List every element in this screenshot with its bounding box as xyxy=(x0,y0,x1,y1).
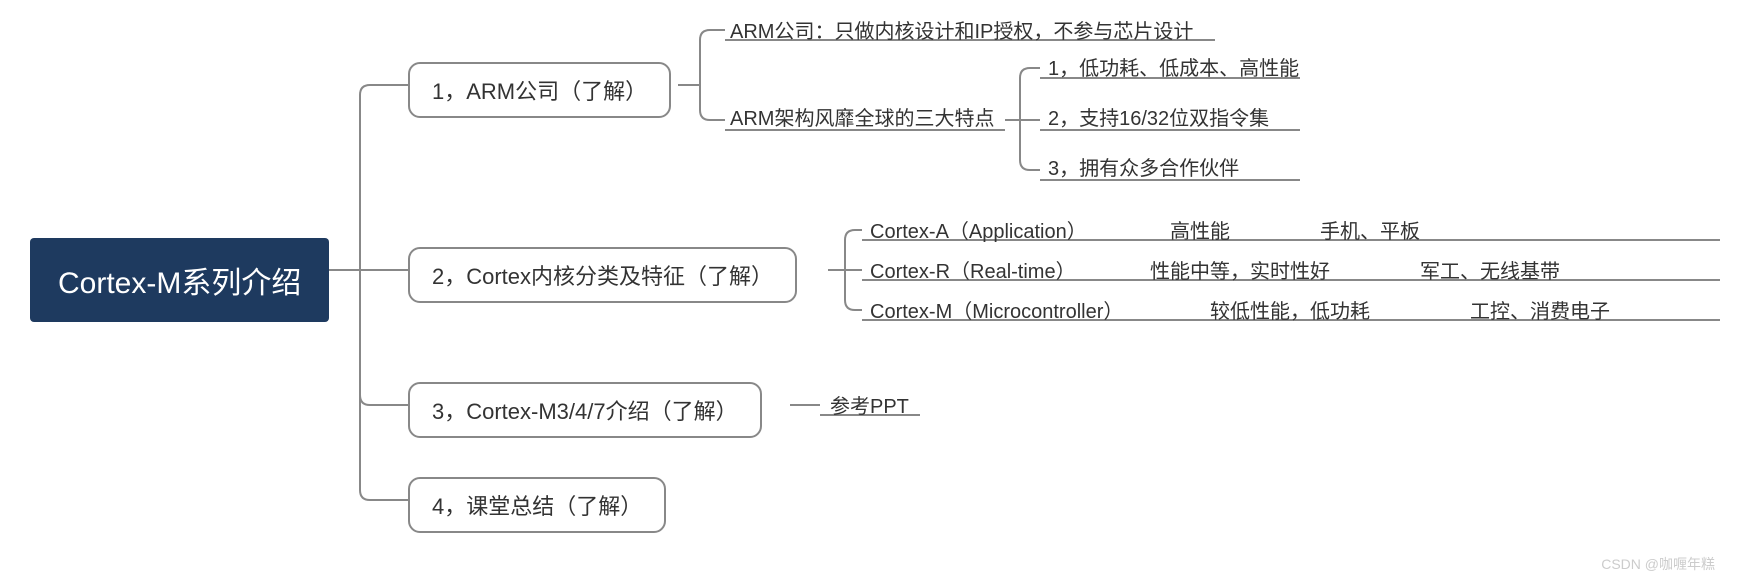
watermark: CSDN @咖喱年糕 xyxy=(1601,554,1715,574)
cortex-r-perf: 性能中等，实时性好 xyxy=(1150,255,1330,284)
cortex-m-use: 工控、消费电子 xyxy=(1470,295,1610,324)
cortex-r-name: Cortex-R（Real-time） xyxy=(870,255,1076,284)
leaf-arm-features: ARM架构风靡全球的三大特点 xyxy=(730,102,994,131)
leaf-ppt: 参考PPT xyxy=(830,390,909,419)
cortex-a-use: 手机、平板 xyxy=(1320,215,1420,244)
leaf-arm-desc: ARM公司：只做内核设计和IP授权，不参与芯片设计 xyxy=(730,15,1193,44)
branch-cortex-classify: 2，Cortex内核分类及特征（了解） xyxy=(408,247,797,303)
leaf-feature-1: 1，低功耗、低成本、高性能 xyxy=(1048,52,1299,81)
branch-m347-label: 3，Cortex-M3/4/7介绍（了解） xyxy=(432,399,738,424)
cortex-a-perf: 高性能 xyxy=(1170,215,1230,244)
branch-cortex-m347: 3，Cortex-M3/4/7介绍（了解） xyxy=(408,382,762,438)
cortex-r-use: 军工、无线基带 xyxy=(1420,255,1560,284)
cortex-m-perf: 较低性能，低功耗 xyxy=(1210,295,1370,324)
root-node: Cortex-M系列介绍 xyxy=(30,238,329,322)
branch-arm-company: 1，ARM公司（了解） xyxy=(408,62,671,118)
branch-cortex-label: 2，Cortex内核分类及特征（了解） xyxy=(432,264,773,289)
root-title: Cortex-M系列介绍 xyxy=(58,267,301,300)
branch-summary: 4，课堂总结（了解） xyxy=(408,477,666,533)
branch-arm-label: 1，ARM公司（了解） xyxy=(432,79,647,104)
branch-summary-label: 4，课堂总结（了解） xyxy=(432,494,642,519)
leaf-feature-3: 3，拥有众多合作伙伴 xyxy=(1048,152,1239,181)
leaf-feature-2: 2，支持16/32位双指令集 xyxy=(1048,102,1269,131)
cortex-a-name: Cortex-A（Application） xyxy=(870,215,1087,244)
cortex-m-name: Cortex-M（Microcontroller） xyxy=(870,295,1123,324)
